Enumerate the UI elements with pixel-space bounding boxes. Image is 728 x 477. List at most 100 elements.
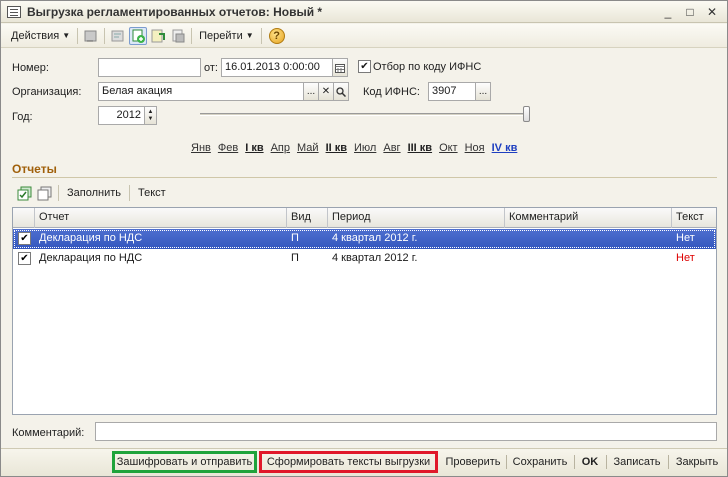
encrypt-send-button[interactable]: Зашифровать и отправить [112, 451, 257, 473]
column-header-check [13, 208, 35, 228]
report-cell: Декларация по НДС [39, 232, 143, 244]
copy-document-icon[interactable] [129, 26, 148, 45]
period-apr[interactable]: Апр [271, 142, 290, 154]
organization-search-button[interactable] [333, 82, 349, 101]
date-from-label: от: [204, 62, 218, 74]
period-selector: Янв Фев I кв Апр Май II кв Июл Авг III к… [191, 142, 524, 154]
ifns-filter-checkbox[interactable]: ✔ [358, 60, 371, 73]
actions-menu[interactable]: Действия ▼ [7, 26, 74, 46]
main-toolbar: Действия ▼ Перейти ▼ ? [1, 24, 727, 48]
year-label: Год: [12, 111, 33, 123]
toolbar-separator [260, 27, 262, 44]
close-button[interactable]: Закрыть [671, 451, 723, 473]
organization-select-button[interactable]: ... [303, 82, 319, 101]
print-icon[interactable] [169, 27, 187, 45]
comment-field[interactable] [95, 422, 717, 441]
text-status-cell: Нет [676, 252, 695, 264]
help-button[interactable]: ? [265, 26, 289, 46]
section-divider [12, 177, 717, 178]
ifns-code-label: Код ИФНС: [363, 86, 420, 98]
comment-cell [505, 229, 513, 249]
period-jan[interactable]: Янв [191, 142, 211, 154]
unpost-icon[interactable] [109, 27, 127, 45]
date-field[interactable]: 16.01.2013 0:00:00 [221, 58, 333, 77]
text-button[interactable]: Текст [133, 183, 171, 203]
period-jul[interactable]: Июл [354, 142, 376, 154]
reports-section-title: Отчеты [12, 162, 57, 176]
year-field[interactable]: 2012 [98, 106, 145, 125]
uncheck-all-icon[interactable] [36, 184, 54, 202]
comment-label: Комментарий: [12, 427, 85, 439]
ifns-code-field[interactable]: 3907 [428, 82, 476, 101]
toolbar-separator [77, 27, 79, 44]
ifns-code-select-button[interactable]: ... [475, 82, 491, 101]
toolbar-separator [58, 185, 59, 201]
column-header-kind[interactable]: Вид [287, 208, 328, 228]
period-cell: 4 квартал 2012 г. [332, 252, 418, 264]
ifns-filter-label: Отбор по коду ИФНС [373, 61, 482, 73]
close-window-button[interactable]: ✕ [703, 4, 721, 20]
period-slider-thumb[interactable] [523, 106, 530, 122]
report-upload-window: Выгрузка регламентированных отчетов: Нов… [0, 0, 728, 477]
structure-icon[interactable] [149, 27, 167, 45]
reports-table: Отчет Вид Период Комментарий Текст ✔ Дек… [12, 207, 717, 415]
period-q1[interactable]: I кв [245, 142, 263, 154]
column-header-comment[interactable]: Комментарий [505, 208, 672, 228]
window-title: Выгрузка регламентированных отчетов: Нов… [27, 5, 323, 19]
goto-menu-label: Перейти [199, 29, 243, 42]
toolbar-separator [104, 27, 106, 44]
row-checkbox[interactable]: ✔ [18, 232, 31, 245]
search-icon [336, 86, 346, 97]
period-aug[interactable]: Авг [383, 142, 400, 154]
save-button[interactable]: Сохранить [509, 451, 571, 473]
number-label: Номер: [12, 62, 49, 74]
check-all-icon[interactable] [16, 184, 34, 202]
caret-down-icon: ▼ [62, 31, 71, 40]
period-q3[interactable]: III кв [408, 142, 433, 154]
organization-field[interactable]: Белая акация [98, 82, 304, 101]
year-spin-button[interactable]: ▲ ▼ [144, 106, 157, 125]
period-may[interactable]: Май [297, 142, 319, 154]
report-cell: Декларация по НДС [39, 252, 143, 264]
caret-down-icon: ▼ [245, 31, 254, 40]
period-cell: 4 квартал 2012 г. [332, 232, 418, 244]
comment-cell [505, 249, 513, 269]
kind-cell: П [291, 232, 299, 244]
period-feb[interactable]: Фев [218, 142, 238, 154]
period-q4[interactable]: IV кв [492, 142, 518, 154]
organization-label: Организация: [12, 86, 82, 98]
window-controls: _ □ ✕ [659, 4, 721, 20]
minimize-button[interactable]: _ [659, 4, 677, 20]
period-q2[interactable]: II кв [326, 142, 347, 154]
title-bar: Выгрузка регламентированных отчетов: Нов… [1, 1, 727, 23]
goto-menu[interactable]: Перейти ▼ [195, 26, 258, 46]
maximize-button[interactable]: □ [681, 4, 699, 20]
column-header-report[interactable]: Отчет [35, 208, 287, 228]
help-icon: ? [268, 27, 285, 44]
row-checkbox[interactable]: ✔ [18, 252, 31, 265]
footer-separator [668, 455, 669, 469]
toolbar-separator [191, 27, 193, 44]
column-header-period[interactable]: Период [328, 208, 505, 228]
footer-separator [606, 455, 607, 469]
table-row[interactable]: ✔ Декларация по НДС П 4 квартал 2012 г. … [13, 229, 716, 249]
column-header-text[interactable]: Текст [672, 208, 716, 228]
calendar-button[interactable] [332, 58, 348, 77]
fill-button[interactable]: Заполнить [62, 183, 126, 203]
post-icon[interactable] [82, 27, 100, 45]
write-button[interactable]: Записать [609, 451, 665, 473]
period-oct[interactable]: Окт [439, 142, 458, 154]
table-row[interactable]: ✔ Декларация по НДС П 4 квартал 2012 г. … [13, 249, 716, 269]
footer-separator [506, 455, 507, 469]
period-nov[interactable]: Ноя [465, 142, 485, 154]
build-texts-button[interactable]: Сформировать тексты выгрузки [259, 451, 438, 473]
period-slider-track[interactable] [200, 113, 528, 116]
kind-cell: П [291, 252, 299, 264]
actions-menu-label: Действия [11, 29, 60, 42]
ok-button[interactable]: OK [577, 451, 603, 473]
table-header: Отчет Вид Период Комментарий Текст [13, 208, 716, 228]
text-status-cell: Нет [676, 232, 695, 244]
check-button[interactable]: Проверить [443, 451, 503, 473]
organization-clear-button[interactable]: ✕ [318, 82, 334, 101]
number-field[interactable] [98, 58, 201, 77]
